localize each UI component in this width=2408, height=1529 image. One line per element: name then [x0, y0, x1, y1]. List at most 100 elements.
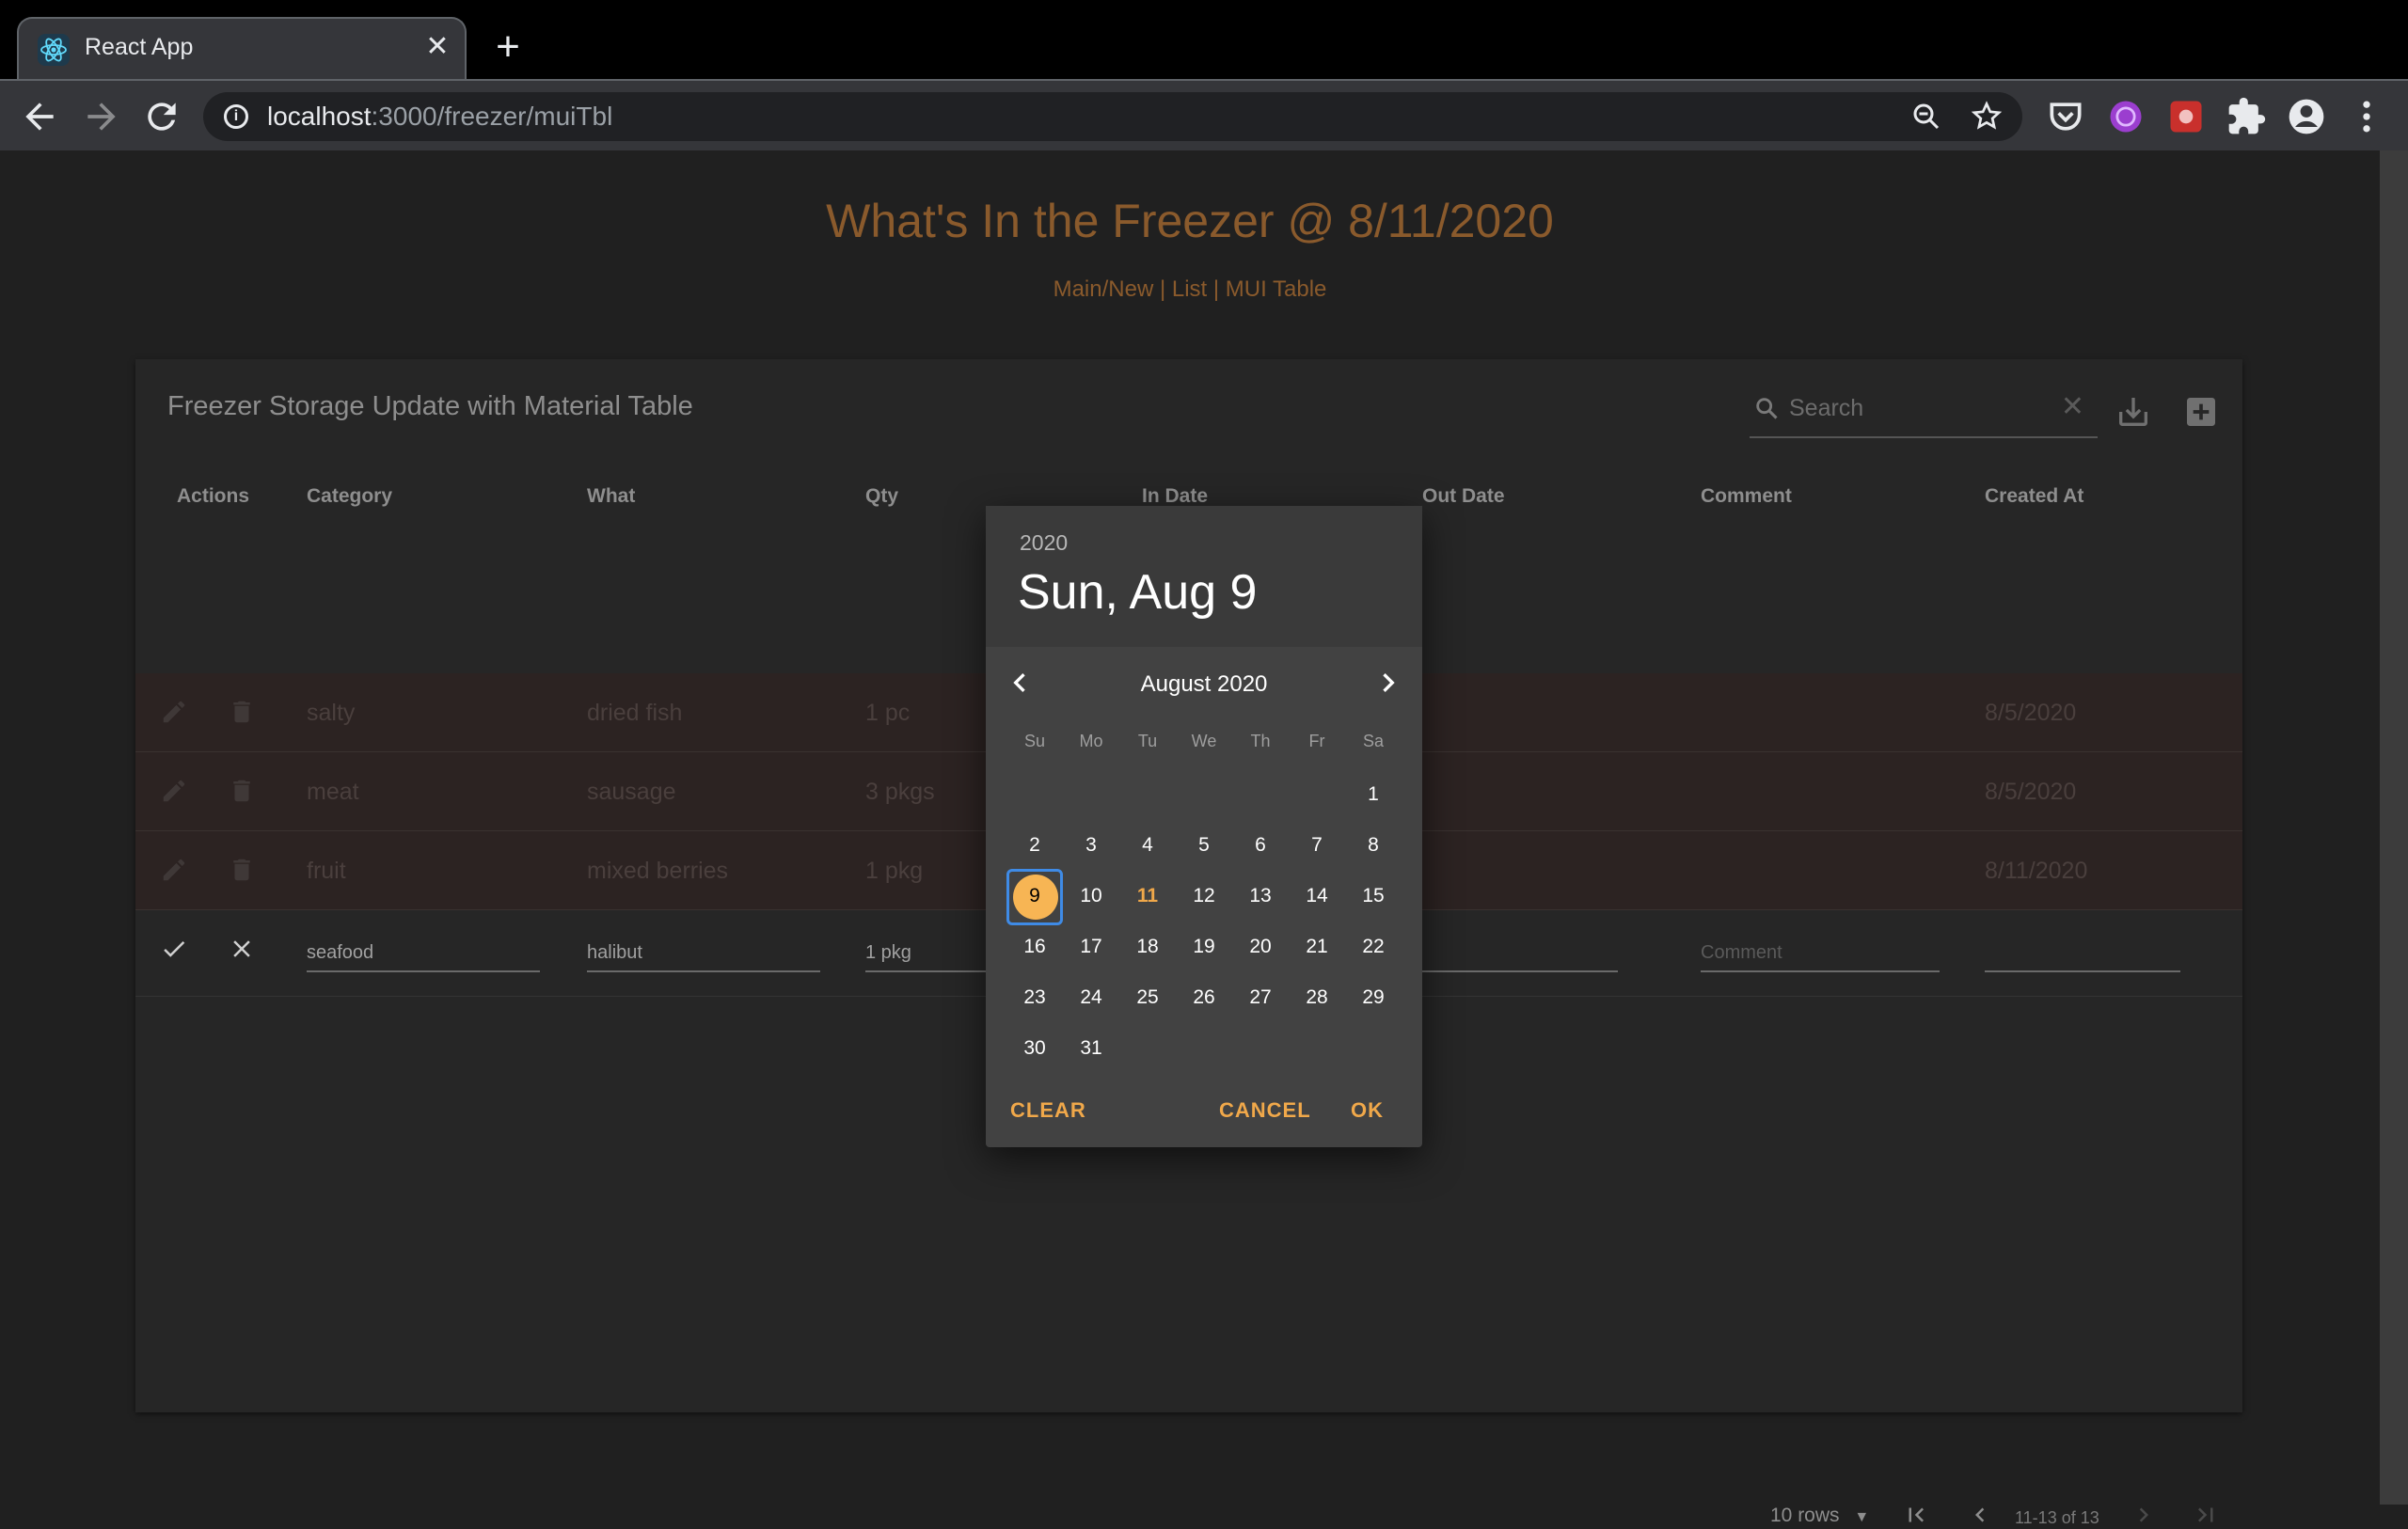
save-check-icon[interactable] [160, 935, 188, 963]
close-tab-icon[interactable]: ✕ [421, 31, 453, 63]
col-header-qty[interactable]: Qty [865, 485, 898, 508]
cell-created-at: 8/11/2020 [1985, 858, 2088, 884]
day-cell[interactable]: 6 [1232, 820, 1289, 871]
delete-icon[interactable] [228, 777, 256, 805]
year-selector[interactable]: 2020 [1020, 530, 1068, 556]
last-page-icon[interactable] [2192, 1501, 2220, 1529]
day-cell[interactable]: 10 [1063, 871, 1119, 922]
day-cell[interactable]: 18 [1119, 922, 1176, 972]
day-cell[interactable]: 14 [1289, 871, 1345, 922]
search-field[interactable]: ✕ [1750, 378, 2098, 438]
col-header-category[interactable]: Category [307, 485, 392, 508]
day-cell[interactable]: 2 [1006, 820, 1063, 871]
col-header-what[interactable]: What [587, 485, 635, 508]
page-scrollbar[interactable] [2380, 150, 2408, 1505]
col-header-comment[interactable]: Comment [1701, 485, 1792, 508]
zoom-icon[interactable] [1909, 100, 1943, 134]
edit-icon[interactable] [160, 856, 188, 884]
day-cell[interactable]: 29 [1345, 972, 1402, 1023]
reload-icon[interactable] [141, 96, 182, 137]
comment-input[interactable]: Comment [1701, 931, 1940, 972]
col-header-created-at[interactable]: Created At [1985, 485, 2083, 508]
day-cell[interactable]: 30 [1006, 1023, 1063, 1074]
out-date-input[interactable] [1422, 931, 1618, 972]
day-cell[interactable]: 1 [1345, 769, 1402, 820]
rows-per-page-select[interactable]: 10 rows ▼ [1770, 1505, 1869, 1527]
cancel-edit-icon[interactable] [228, 935, 256, 963]
browser-tab[interactable]: React App ✕ [17, 17, 467, 79]
selected-date-label[interactable]: Sun, Aug 9 [1018, 564, 1257, 621]
browser-menu-icon[interactable] [2346, 96, 2387, 137]
pocket-icon[interactable] [2045, 96, 2086, 137]
day-cell[interactable]: 5 [1176, 820, 1232, 871]
delete-icon[interactable] [228, 698, 256, 726]
day-cell[interactable]: 21 [1289, 922, 1345, 972]
delete-icon[interactable] [228, 856, 256, 884]
export-download-icon[interactable] [2115, 393, 2152, 431]
address-bar[interactable]: i localhost:3000/freezer/muiTbl [203, 92, 2022, 141]
cancel-button[interactable]: CANCEL [1219, 1098, 1311, 1123]
day-cell[interactable]: 13 [1232, 871, 1289, 922]
day-cell[interactable]: 7 [1289, 820, 1345, 871]
edit-icon[interactable] [160, 698, 188, 726]
date-picker-dialog: 2020 Sun, Aug 9 August 2020 Su Mo Tu We Th Fr… [986, 506, 1422, 1147]
cell-qty: 1 pkg [865, 858, 924, 884]
day-cell[interactable]: 4 [1119, 820, 1176, 871]
day-cell[interactable]: 19 [1176, 922, 1232, 972]
what-input[interactable]: halibut [587, 931, 820, 972]
dropdown-arrow-icon: ▼ [1854, 1509, 1870, 1525]
cell-category: fruit [307, 858, 346, 884]
col-header-in-date[interactable]: In Date [1142, 485, 1208, 508]
day-cell[interactable]: 22 [1345, 922, 1402, 972]
day-cell[interactable]: 11 [1119, 871, 1176, 922]
created-at-input[interactable] [1985, 931, 2180, 972]
clear-button[interactable]: CLEAR [1010, 1098, 1086, 1123]
new-tab-button[interactable]: + [489, 26, 527, 68]
day-cell[interactable]: 25 [1119, 972, 1176, 1023]
edit-icon[interactable] [160, 777, 188, 805]
day-cell[interactable]: 17 [1063, 922, 1119, 972]
weekday-label: We [1191, 732, 1217, 750]
day-cell[interactable]: 31 [1063, 1023, 1119, 1074]
forward-icon[interactable] [81, 96, 122, 137]
ok-button[interactable]: OK [1351, 1098, 1384, 1123]
cell-category: salty [307, 700, 356, 726]
day-cell[interactable]: 26 [1176, 972, 1232, 1023]
table-title: Freezer Storage Update with Material Tab… [167, 391, 693, 421]
url-text: localhost:3000/freezer/muiTbl [267, 102, 613, 131]
day-cell[interactable]: 27 [1232, 972, 1289, 1023]
day-cell[interactable]: 15 [1345, 871, 1402, 922]
day-cell[interactable]: 23 [1006, 972, 1063, 1023]
col-header-actions: Actions [177, 485, 250, 507]
clear-search-icon[interactable]: ✕ [2061, 391, 2084, 423]
extensions-puzzle-icon[interactable] [2226, 96, 2267, 137]
profile-avatar-icon[interactable] [2286, 96, 2327, 137]
extension-purple-icon[interactable] [2105, 96, 2147, 137]
back-icon[interactable] [19, 96, 60, 137]
day-cell[interactable]: 8 [1345, 820, 1402, 871]
site-info-icon[interactable]: i [224, 104, 248, 129]
next-page-icon[interactable] [2130, 1501, 2158, 1529]
day-cell[interactable]: 24 [1063, 972, 1119, 1023]
previous-page-icon[interactable] [1966, 1501, 1994, 1529]
search-input[interactable] [1789, 391, 2052, 425]
date-picker-header: 2020 Sun, Aug 9 [986, 506, 1422, 647]
first-page-icon[interactable] [1902, 1501, 1930, 1529]
browser-tab-bar: React App ✕ + [0, 0, 2408, 79]
col-header-out-date[interactable]: Out Date [1422, 485, 1505, 508]
day-cell[interactable]: 20 [1232, 922, 1289, 972]
extension-red-icon[interactable] [2165, 96, 2207, 137]
day-cell[interactable]: 3 [1063, 820, 1119, 871]
weekday-label: Mo [1079, 732, 1103, 750]
bookmark-star-icon[interactable] [1970, 100, 2004, 134]
category-input[interactable]: seafood [307, 931, 540, 972]
nav-links[interactable]: Main/New | List | MUI Table [0, 276, 2380, 303]
browser-toolbar: i localhost:3000/freezer/muiTbl [0, 79, 2408, 150]
day-cell[interactable]: 28 [1289, 972, 1345, 1023]
day-cell[interactable]: 12 [1176, 871, 1232, 922]
add-row-icon[interactable] [2182, 393, 2220, 431]
page-range: 11-13 of 13 [2015, 1508, 2099, 1527]
next-month-icon[interactable] [1370, 664, 1407, 701]
day-cell[interactable]: 16 [1006, 922, 1063, 972]
day-selected[interactable]: 9 [1006, 871, 1063, 922]
